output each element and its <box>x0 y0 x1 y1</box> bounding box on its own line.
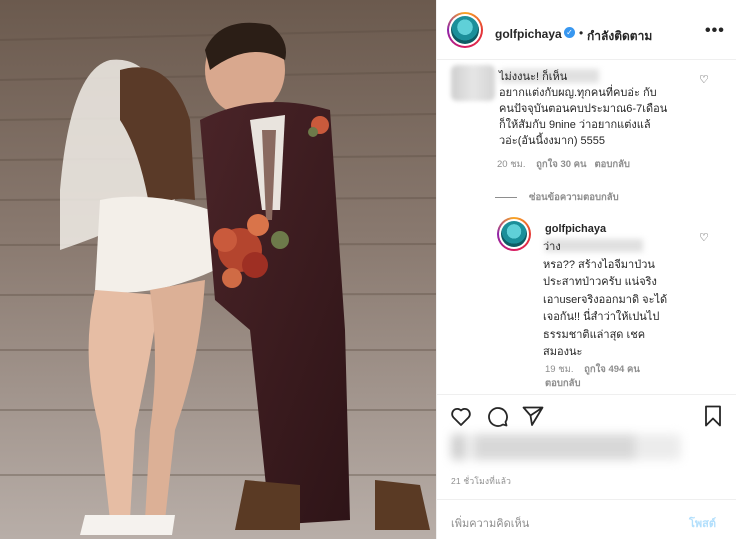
bookmark-icon[interactable] <box>701 404 725 428</box>
comment-likes[interactable]: ถูกใจ 30 คน <box>536 159 586 170</box>
comment-meta: 20 ชม. ถูกใจ 30 คน ตอบกลับ <box>497 157 630 172</box>
verified-icon: ✓ <box>564 27 575 38</box>
comment-avatar-blurred <box>451 65 495 101</box>
hide-replies-button[interactable]: ซ่อนข้อความตอบกลับ <box>495 190 619 205</box>
comment-icon[interactable] <box>485 404 509 428</box>
comments-list[interactable]: ไม่งงนะ! ก็เห็น อยากแต่งกับผญ.ทุกคนที่คบ… <box>437 61 736 393</box>
reply-reply-button[interactable]: ตอบกลับ <box>545 378 581 389</box>
username-link[interactable]: golfpichaya <box>495 27 562 41</box>
post-photo[interactable] <box>0 0 436 539</box>
post-detail-pane: golfpichaya ✓ • กำลังติดตาม ••• ไม่งงนะ!… <box>436 0 736 539</box>
reply-avatar[interactable] <box>497 217 531 251</box>
separator-dot: • <box>579 26 584 40</box>
reply-meta: 19 ชม. ถูกใจ 494 คน ตอบกลับ <box>545 363 685 391</box>
likes-summary-blurred <box>451 434 681 460</box>
avatar[interactable] <box>447 12 483 48</box>
post-header: golfpichaya ✓ • กำลังติดตาม ••• <box>437 0 736 60</box>
add-comment-bar: เพิ่มความคิดเห็น โพสต์ <box>437 499 736 539</box>
reply-age: 19 ชม. <box>545 364 574 375</box>
wedding-photo <box>0 0 436 539</box>
reply-likes[interactable]: ถูกใจ 494 คน <box>584 364 640 375</box>
post-timestamp: 21 ชั่วโมงที่แล้ว <box>451 476 512 486</box>
comment-like-icon[interactable]: ♡ <box>699 73 709 86</box>
heart-icon[interactable] <box>449 404 473 428</box>
reply-like-icon[interactable]: ♡ <box>699 231 709 244</box>
reply-text: ว่าง หรอ?? สร้างไอจีมาป่วน ประสาทป่าวครั… <box>543 241 668 358</box>
comment-reply-button[interactable]: ตอบกลับ <box>594 159 630 170</box>
more-icon[interactable]: ••• <box>705 22 725 40</box>
share-icon[interactable] <box>521 404 545 428</box>
comment-input[interactable]: เพิ่มความคิดเห็น <box>451 514 529 532</box>
reply-username[interactable]: golfpichaya <box>545 223 606 235</box>
post-button[interactable]: โพสต์ <box>689 514 716 532</box>
action-bar <box>437 394 736 438</box>
comment-text: ไม่งงนะ! ก็เห็น อยากแต่งกับผญ.ทุกคนที่คบ… <box>499 71 668 147</box>
comment-age: 20 ชม. <box>497 159 526 170</box>
following-button[interactable]: กำลังติดตาม <box>587 27 652 46</box>
